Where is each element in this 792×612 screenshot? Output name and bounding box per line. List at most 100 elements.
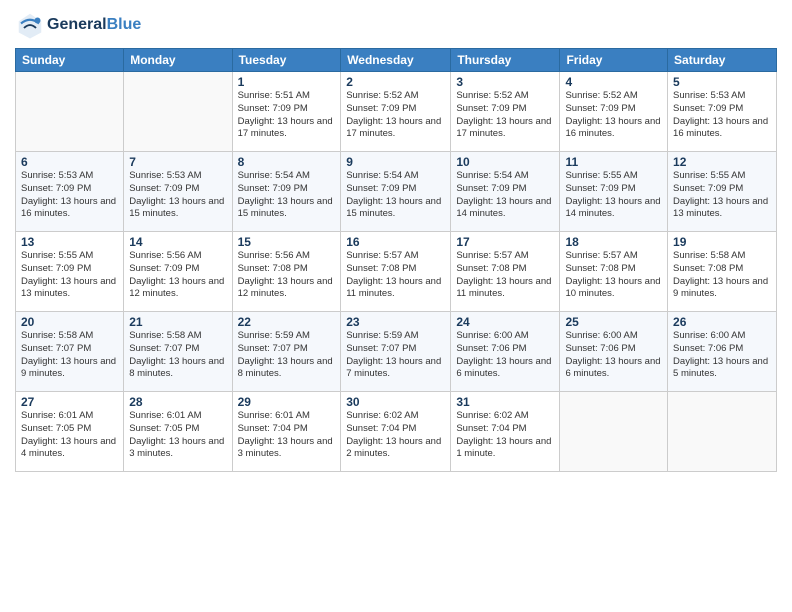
calendar-cell: 13Sunrise: 5:55 AM Sunset: 7:09 PM Dayli… <box>16 232 124 312</box>
day-info: Sunrise: 5:58 AM Sunset: 7:08 PM Dayligh… <box>673 250 771 301</box>
calendar-cell: 25Sunrise: 6:00 AM Sunset: 7:06 PM Dayli… <box>560 312 668 392</box>
day-info: Sunrise: 6:02 AM Sunset: 7:04 PM Dayligh… <box>456 410 554 461</box>
week-row-1: 1Sunrise: 5:51 AM Sunset: 7:09 PM Daylig… <box>16 72 777 152</box>
day-info: Sunrise: 5:55 AM Sunset: 7:09 PM Dayligh… <box>21 250 118 301</box>
day-info: Sunrise: 5:59 AM Sunset: 7:07 PM Dayligh… <box>346 330 445 381</box>
calendar-cell: 26Sunrise: 6:00 AM Sunset: 7:06 PM Dayli… <box>668 312 777 392</box>
calendar-cell: 28Sunrise: 6:01 AM Sunset: 7:05 PM Dayli… <box>124 392 232 472</box>
day-number: 24 <box>456 315 554 329</box>
day-number: 5 <box>673 75 771 89</box>
page: GeneralBlue SundayMondayTuesdayWednesday… <box>0 0 792 612</box>
day-number: 1 <box>238 75 336 89</box>
day-info: Sunrise: 5:53 AM Sunset: 7:09 PM Dayligh… <box>129 170 226 221</box>
day-info: Sunrise: 5:53 AM Sunset: 7:09 PM Dayligh… <box>673 90 771 141</box>
day-number: 4 <box>565 75 662 89</box>
calendar-cell: 17Sunrise: 5:57 AM Sunset: 7:08 PM Dayli… <box>451 232 560 312</box>
calendar-cell <box>16 72 124 152</box>
day-number: 14 <box>129 235 226 249</box>
calendar-cell: 22Sunrise: 5:59 AM Sunset: 7:07 PM Dayli… <box>232 312 341 392</box>
calendar-cell: 18Sunrise: 5:57 AM Sunset: 7:08 PM Dayli… <box>560 232 668 312</box>
day-number: 11 <box>565 155 662 169</box>
day-number: 26 <box>673 315 771 329</box>
day-number: 3 <box>456 75 554 89</box>
day-number: 19 <box>673 235 771 249</box>
day-info: Sunrise: 5:53 AM Sunset: 7:09 PM Dayligh… <box>21 170 118 221</box>
calendar-cell: 29Sunrise: 6:01 AM Sunset: 7:04 PM Dayli… <box>232 392 341 472</box>
calendar-cell: 7Sunrise: 5:53 AM Sunset: 7:09 PM Daylig… <box>124 152 232 232</box>
day-number: 27 <box>21 395 118 409</box>
calendar-cell: 15Sunrise: 5:56 AM Sunset: 7:08 PM Dayli… <box>232 232 341 312</box>
day-info: Sunrise: 5:56 AM Sunset: 7:09 PM Dayligh… <box>129 250 226 301</box>
day-info: Sunrise: 5:54 AM Sunset: 7:09 PM Dayligh… <box>456 170 554 221</box>
day-info: Sunrise: 5:52 AM Sunset: 7:09 PM Dayligh… <box>346 90 445 141</box>
day-info: Sunrise: 5:59 AM Sunset: 7:07 PM Dayligh… <box>238 330 336 381</box>
calendar-cell: 9Sunrise: 5:54 AM Sunset: 7:09 PM Daylig… <box>341 152 451 232</box>
calendar-cell: 31Sunrise: 6:02 AM Sunset: 7:04 PM Dayli… <box>451 392 560 472</box>
weekday-header-wednesday: Wednesday <box>341 49 451 72</box>
calendar-cell: 2Sunrise: 5:52 AM Sunset: 7:09 PM Daylig… <box>341 72 451 152</box>
day-number: 29 <box>238 395 336 409</box>
calendar-cell: 21Sunrise: 5:58 AM Sunset: 7:07 PM Dayli… <box>124 312 232 392</box>
day-info: Sunrise: 5:52 AM Sunset: 7:09 PM Dayligh… <box>456 90 554 141</box>
calendar-cell: 14Sunrise: 5:56 AM Sunset: 7:09 PM Dayli… <box>124 232 232 312</box>
calendar-cell: 8Sunrise: 5:54 AM Sunset: 7:09 PM Daylig… <box>232 152 341 232</box>
day-number: 9 <box>346 155 445 169</box>
day-info: Sunrise: 6:00 AM Sunset: 7:06 PM Dayligh… <box>673 330 771 381</box>
calendar-cell: 11Sunrise: 5:55 AM Sunset: 7:09 PM Dayli… <box>560 152 668 232</box>
day-number: 22 <box>238 315 336 329</box>
header: GeneralBlue <box>15 10 777 40</box>
calendar-cell: 4Sunrise: 5:52 AM Sunset: 7:09 PM Daylig… <box>560 72 668 152</box>
day-number: 25 <box>565 315 662 329</box>
calendar-cell: 30Sunrise: 6:02 AM Sunset: 7:04 PM Dayli… <box>341 392 451 472</box>
calendar: SundayMondayTuesdayWednesdayThursdayFrid… <box>15 48 777 472</box>
calendar-cell: 23Sunrise: 5:59 AM Sunset: 7:07 PM Dayli… <box>341 312 451 392</box>
day-info: Sunrise: 5:58 AM Sunset: 7:07 PM Dayligh… <box>21 330 118 381</box>
calendar-cell: 12Sunrise: 5:55 AM Sunset: 7:09 PM Dayli… <box>668 152 777 232</box>
day-number: 17 <box>456 235 554 249</box>
day-info: Sunrise: 6:02 AM Sunset: 7:04 PM Dayligh… <box>346 410 445 461</box>
logo: GeneralBlue <box>15 10 141 40</box>
calendar-cell: 3Sunrise: 5:52 AM Sunset: 7:09 PM Daylig… <box>451 72 560 152</box>
day-info: Sunrise: 5:52 AM Sunset: 7:09 PM Dayligh… <box>565 90 662 141</box>
calendar-cell <box>124 72 232 152</box>
calendar-cell: 24Sunrise: 6:00 AM Sunset: 7:06 PM Dayli… <box>451 312 560 392</box>
day-info: Sunrise: 6:00 AM Sunset: 7:06 PM Dayligh… <box>565 330 662 381</box>
day-number: 6 <box>21 155 118 169</box>
day-number: 12 <box>673 155 771 169</box>
day-info: Sunrise: 6:00 AM Sunset: 7:06 PM Dayligh… <box>456 330 554 381</box>
calendar-cell: 16Sunrise: 5:57 AM Sunset: 7:08 PM Dayli… <box>341 232 451 312</box>
day-info: Sunrise: 5:57 AM Sunset: 7:08 PM Dayligh… <box>565 250 662 301</box>
day-info: Sunrise: 5:55 AM Sunset: 7:09 PM Dayligh… <box>565 170 662 221</box>
day-number: 18 <box>565 235 662 249</box>
calendar-cell: 10Sunrise: 5:54 AM Sunset: 7:09 PM Dayli… <box>451 152 560 232</box>
weekday-header-saturday: Saturday <box>668 49 777 72</box>
day-number: 13 <box>21 235 118 249</box>
day-number: 15 <box>238 235 336 249</box>
day-info: Sunrise: 5:58 AM Sunset: 7:07 PM Dayligh… <box>129 330 226 381</box>
day-info: Sunrise: 5:57 AM Sunset: 7:08 PM Dayligh… <box>456 250 554 301</box>
calendar-cell: 6Sunrise: 5:53 AM Sunset: 7:09 PM Daylig… <box>16 152 124 232</box>
weekday-header-sunday: Sunday <box>16 49 124 72</box>
day-info: Sunrise: 6:01 AM Sunset: 7:05 PM Dayligh… <box>129 410 226 461</box>
week-row-2: 6Sunrise: 5:53 AM Sunset: 7:09 PM Daylig… <box>16 152 777 232</box>
weekday-header-row: SundayMondayTuesdayWednesdayThursdayFrid… <box>16 49 777 72</box>
day-number: 8 <box>238 155 336 169</box>
week-row-5: 27Sunrise: 6:01 AM Sunset: 7:05 PM Dayli… <box>16 392 777 472</box>
logo-text: GeneralBlue <box>47 16 141 34</box>
weekday-header-monday: Monday <box>124 49 232 72</box>
day-info: Sunrise: 5:54 AM Sunset: 7:09 PM Dayligh… <box>238 170 336 221</box>
week-row-4: 20Sunrise: 5:58 AM Sunset: 7:07 PM Dayli… <box>16 312 777 392</box>
day-info: Sunrise: 5:56 AM Sunset: 7:08 PM Dayligh… <box>238 250 336 301</box>
day-info: Sunrise: 6:01 AM Sunset: 7:05 PM Dayligh… <box>21 410 118 461</box>
day-number: 20 <box>21 315 118 329</box>
day-number: 30 <box>346 395 445 409</box>
calendar-cell: 19Sunrise: 5:58 AM Sunset: 7:08 PM Dayli… <box>668 232 777 312</box>
day-number: 31 <box>456 395 554 409</box>
day-number: 21 <box>129 315 226 329</box>
calendar-cell <box>668 392 777 472</box>
day-info: Sunrise: 5:57 AM Sunset: 7:08 PM Dayligh… <box>346 250 445 301</box>
weekday-header-friday: Friday <box>560 49 668 72</box>
calendar-cell: 27Sunrise: 6:01 AM Sunset: 7:05 PM Dayli… <box>16 392 124 472</box>
day-number: 23 <box>346 315 445 329</box>
day-number: 16 <box>346 235 445 249</box>
